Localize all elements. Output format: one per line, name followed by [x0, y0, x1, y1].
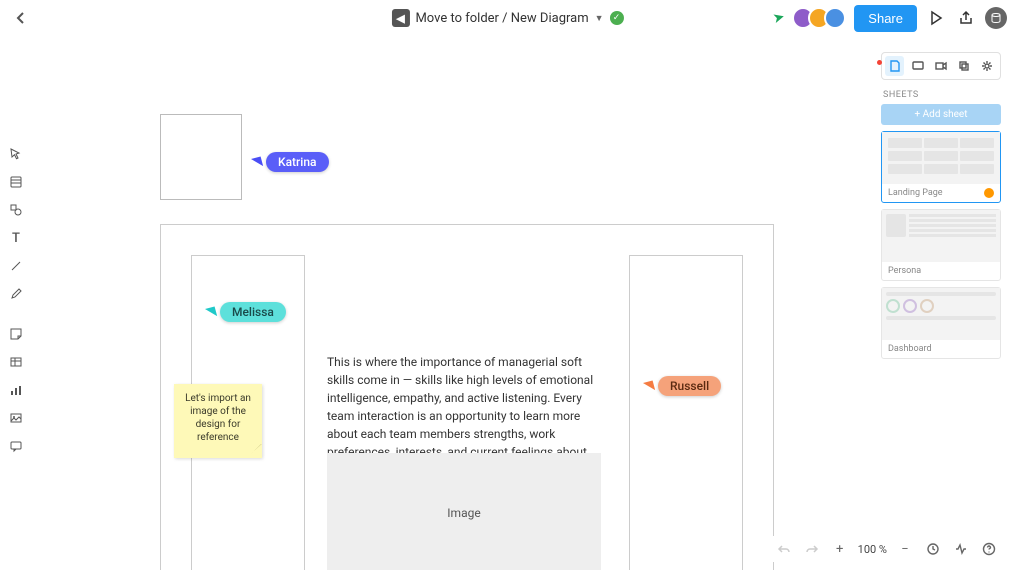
panel-tab-comments[interactable] [908, 56, 927, 76]
sticky-icon [9, 327, 23, 341]
video-icon [934, 59, 948, 73]
zoom-level[interactable]: 100 % [858, 543, 887, 556]
page-icon [888, 59, 902, 73]
collaborator-label: Russell [658, 376, 721, 396]
sheet-card-persona[interactable]: Persona [881, 209, 1001, 281]
canvas[interactable]: ◥ Katrina This is where the importance o… [30, 36, 1015, 570]
line-tool[interactable] [6, 256, 26, 276]
help-button[interactable] [979, 539, 999, 559]
panel-tab-bar [881, 52, 1001, 80]
line-icon [9, 259, 23, 273]
top-bar-right: ➤ Share [773, 5, 1007, 32]
sheet-name-label: Landing Page [888, 188, 943, 198]
activity-button[interactable] [951, 539, 971, 559]
sheet-card-landing[interactable]: Landing Page [881, 131, 1001, 203]
comment-icon [911, 59, 925, 73]
more-button[interactable] [985, 7, 1007, 29]
frame-tool[interactable] [6, 172, 26, 192]
cursor-icon [9, 147, 23, 161]
copy-icon [957, 59, 971, 73]
top-bar: ◀ Move to folder / New Diagram ▼ ✓ ➤ Sha… [0, 0, 1015, 36]
left-toolbar: T [4, 144, 28, 456]
app-logo-icon: ◀ [391, 9, 409, 27]
panel-tab-settings[interactable] [978, 56, 997, 76]
table-tool[interactable] [6, 352, 26, 372]
panel-tab-video[interactable] [931, 56, 950, 76]
play-button[interactable] [925, 7, 947, 29]
avatar[interactable] [824, 7, 846, 29]
document-title: Move to folder / New Diagram [415, 11, 588, 26]
history-icon [926, 542, 940, 556]
bottom-bar: + 100 % − [770, 536, 1003, 562]
shape-tool[interactable] [6, 200, 26, 220]
image-placeholder-label: Image [447, 506, 480, 520]
sheet-thumbnail [882, 132, 1000, 184]
sheet-name-label: Dashboard [888, 344, 932, 354]
collaborator-label: Melissa [220, 302, 286, 322]
presence-cursor-icon: ➤ [771, 9, 786, 27]
chevron-left-icon [15, 11, 25, 25]
play-icon [928, 10, 944, 26]
panel-tab-sheets[interactable] [885, 56, 904, 76]
sheet-thumbnail [882, 288, 1000, 340]
frame-column-right[interactable] [629, 255, 743, 570]
sheet-card-dashboard[interactable]: Dashboard [881, 287, 1001, 359]
redo-icon [805, 542, 819, 556]
panel-tab-copy[interactable] [955, 56, 974, 76]
text-icon: T [12, 231, 20, 246]
cursor-pointer-icon: ◥ [642, 377, 656, 394]
sticky-tool[interactable] [6, 324, 26, 344]
pen-tool[interactable] [6, 284, 26, 304]
gear-icon [980, 59, 994, 73]
zoom-out-button[interactable]: − [895, 539, 915, 559]
sheet-avatar-icon [984, 188, 994, 198]
export-button[interactable] [955, 7, 977, 29]
database-icon [990, 12, 1002, 24]
activity-icon [954, 542, 968, 556]
collaborator-cursor-melissa: ◥ Melissa [206, 302, 286, 322]
table-icon [9, 355, 23, 369]
redo-button[interactable] [802, 539, 822, 559]
dropdown-caret-icon: ▼ [595, 13, 604, 24]
undo-button[interactable] [774, 539, 794, 559]
saved-check-icon: ✓ [610, 11, 624, 25]
canvas-shape-small[interactable] [160, 114, 242, 200]
image-icon [9, 411, 23, 425]
history-button[interactable] [923, 539, 943, 559]
notification-dot-icon [877, 60, 882, 65]
undo-icon [777, 542, 791, 556]
sheet-thumbnail [882, 210, 1000, 262]
frame-image-placeholder[interactable]: Image [327, 453, 601, 570]
export-icon [958, 10, 974, 26]
comment-icon [9, 439, 23, 453]
zoom-in-button[interactable]: + [830, 539, 850, 559]
image-tool[interactable] [6, 408, 26, 428]
sheet-name-label: Persona [888, 266, 921, 276]
shapes-icon [9, 203, 23, 217]
frame-icon [9, 175, 23, 189]
pen-icon [9, 287, 23, 301]
help-icon [982, 542, 996, 556]
chart-icon [9, 383, 23, 397]
chart-tool[interactable] [6, 380, 26, 400]
select-tool[interactable] [6, 144, 26, 164]
collaborator-label: Katrina [266, 152, 329, 172]
right-panel: SHEETS + Add sheet Landing Page Persona [881, 52, 1001, 365]
collaborator-cursor-katrina: ◥ Katrina [252, 152, 329, 172]
sticky-note-text: Let's import an image of the design for … [185, 393, 251, 443]
text-tool[interactable]: T [6, 228, 26, 248]
add-sheet-button[interactable]: + Add sheet [881, 104, 1001, 125]
collaborator-avatars[interactable] [792, 7, 846, 29]
collaborator-cursor-russell: ◥ Russell [644, 376, 721, 396]
comment-tool[interactable] [6, 436, 26, 456]
sheets-heading: SHEETS [881, 90, 1001, 100]
cursor-pointer-icon: ◥ [204, 303, 218, 320]
cursor-pointer-icon: ◥ [250, 153, 264, 170]
back-button[interactable] [8, 6, 32, 30]
share-button[interactable]: Share [854, 5, 917, 32]
document-title-area[interactable]: ◀ Move to folder / New Diagram ▼ ✓ [391, 9, 623, 27]
sticky-note[interactable]: Let's import an image of the design for … [174, 384, 262, 458]
